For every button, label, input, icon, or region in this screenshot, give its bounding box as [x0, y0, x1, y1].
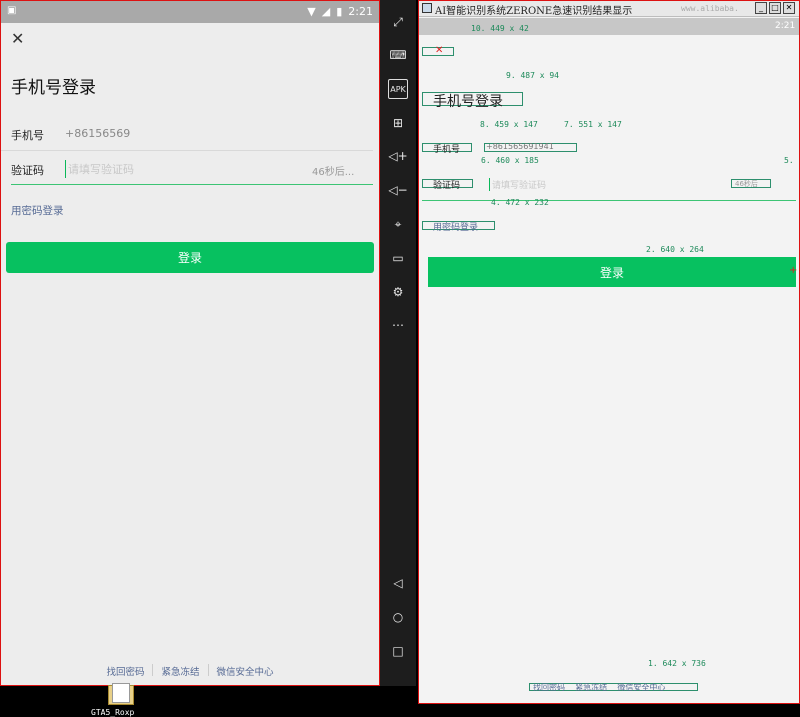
- signal-icon: ◢: [321, 5, 331, 18]
- close-icon: ✕: [435, 45, 444, 56]
- screenshot-icon[interactable]: ⊞: [388, 113, 408, 133]
- close-icon[interactable]: ✕: [11, 29, 27, 48]
- recents-icon[interactable]: □: [388, 641, 408, 661]
- annotation-label: 4. 472 x 232: [491, 198, 549, 207]
- divider: [1, 150, 373, 151]
- phone-screen: ▣ ▼ ◢ ▮ 2:21 ✕ 手机号登录 手机号 +86156569 验证码 4…: [0, 0, 380, 686]
- status-bar: ▣ ▼ ◢ ▮ 2:21: [1, 1, 379, 23]
- settings-icon[interactable]: ⚙: [388, 282, 408, 302]
- resend-countdown: 46秒后...: [312, 167, 355, 178]
- status-right: ▼ ◢ ▮ 2:21: [307, 5, 373, 18]
- window-title: AI智能识别系统ZERONE急速识别结果显示: [435, 6, 633, 17]
- mirrored-phone-label: 手机号: [433, 145, 461, 155]
- mirrored-phone-value: +861565691941: [486, 142, 554, 151]
- back-icon[interactable]: ◁: [388, 573, 408, 593]
- annotation-label: 6. 460 x 185: [481, 156, 539, 165]
- mirrored-footer-link: 微信安全中心: [617, 683, 666, 692]
- annotation-label: 10. 449 x 42: [471, 24, 529, 33]
- emergency-freeze-link[interactable]: 紧急冻结: [153, 664, 207, 678]
- footer-links: 找回密码 紧急冻结 微信安全中心: [1, 664, 379, 678]
- active-underline: [422, 200, 796, 201]
- code-label: 验证码: [11, 164, 44, 177]
- mirrored-countdown: 46秒后: [735, 180, 758, 188]
- app-icon: [422, 3, 432, 13]
- annotation-label: 2. 640 x 264: [646, 245, 704, 254]
- folder-icon[interactable]: [106, 683, 136, 705]
- verification-code-input[interactable]: [65, 160, 285, 178]
- battery-icon: ▮: [336, 5, 343, 18]
- status-time: 2:21: [348, 5, 373, 18]
- keyboard-icon[interactable]: ⌨: [388, 45, 408, 65]
- mirrored-code-label: 验证码: [433, 181, 461, 191]
- phone-number-field[interactable]: +86156569: [65, 127, 130, 140]
- fullscreen-icon[interactable]: ⤢: [388, 12, 408, 32]
- security-center-link[interactable]: 微信安全中心: [209, 664, 282, 678]
- more-icon[interactable]: ⋯: [388, 315, 408, 335]
- home-icon[interactable]: ○: [388, 607, 408, 627]
- folder-icon[interactable]: ▭: [388, 248, 408, 268]
- mirrored-footer: 找回密码 紧急冻结 微信安全中心: [533, 682, 665, 693]
- mirrored-footer-link: 找回密码: [533, 683, 565, 692]
- volume-up-icon[interactable]: ◁+: [388, 146, 408, 166]
- mirrored-password-login: 用密码登录: [433, 223, 479, 233]
- annotation-label: 9. 487 x 94: [506, 71, 559, 80]
- wifi-icon: ▼: [307, 5, 316, 18]
- watermark: www.alibaba.: [681, 4, 739, 13]
- emulator-toolbar: ⤢ ⌨ APK ⊞ ◁+ ◁− ⌖ ▭ ⚙ ⋯ ◁ ○ □: [380, 0, 416, 686]
- apk-icon[interactable]: APK: [388, 79, 408, 99]
- mirrored-login-button: 登录: [428, 257, 796, 287]
- volume-down-icon[interactable]: ◁−: [388, 180, 408, 200]
- login-button[interactable]: 登录: [6, 242, 374, 273]
- location-icon[interactable]: ⌖: [388, 214, 408, 234]
- maximize-icon[interactable]: □: [769, 2, 781, 14]
- find-password-link[interactable]: 找回密码: [98, 664, 152, 678]
- sim-icon: ▣: [7, 5, 17, 16]
- phone-label: 手机号: [11, 129, 44, 142]
- annotation-label: 5. 7: [784, 156, 799, 165]
- status-time: 2:21: [775, 21, 796, 31]
- recognition-window: AI智能识别系统ZERONE急速识别结果显示 www.alibaba. _ □ …: [418, 0, 800, 704]
- mirrored-code-placeholder: 请填写验证码: [489, 178, 546, 191]
- page-title: 手机号登录: [11, 78, 96, 98]
- annotation-label: 1. 642 x 736: [648, 659, 706, 668]
- minimize-icon[interactable]: _: [755, 2, 767, 14]
- window-titlebar: AI智能识别系统ZERONE急速识别结果显示 www.alibaba. _ □ …: [419, 1, 799, 17]
- annotation-label: 8. 459 x 147: [480, 120, 538, 129]
- mirrored-title: 手机号登录: [433, 94, 503, 110]
- password-login-link[interactable]: 用密码登录: [11, 203, 64, 218]
- annotation-label: 7. 551 x 147: [564, 120, 622, 129]
- active-underline: [11, 184, 373, 185]
- close-window-icon[interactable]: ✕: [783, 2, 795, 14]
- mirrored-footer-link: 紧急冻结: [575, 683, 608, 692]
- marker-cross: +: [789, 265, 798, 276]
